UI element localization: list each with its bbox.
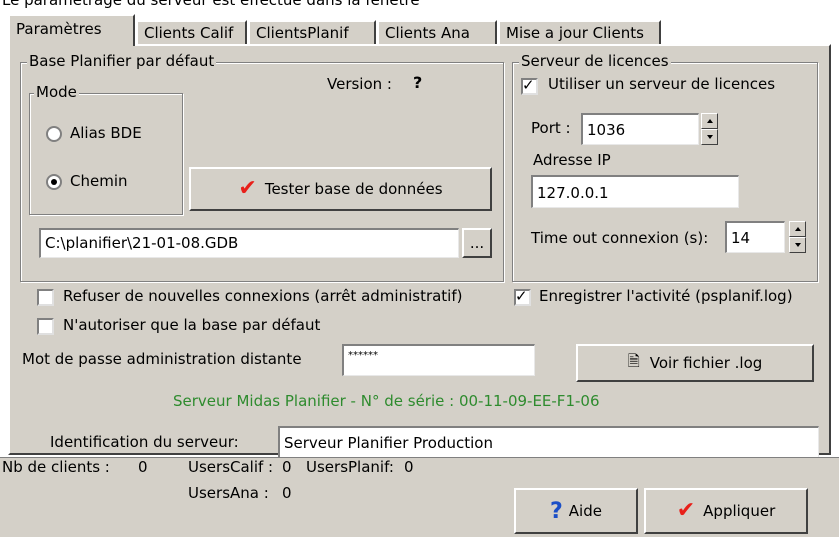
help-icon: ? <box>550 498 563 524</box>
mode-title: Mode <box>34 83 79 101</box>
log-activity-label: Enregistrer l'activité (psplanif.log) <box>539 287 793 305</box>
users-planif-label: UsersPlanif: <box>306 458 394 476</box>
help-button[interactable]: ? Aide <box>514 488 638 534</box>
timeout-spin-up[interactable] <box>789 221 806 237</box>
chemin-label: Chemin <box>70 172 128 190</box>
serial-number-text: Serveur Midas Planifier - N° de série : … <box>173 392 600 410</box>
timeout-spinner[interactable] <box>789 221 806 253</box>
default-base-only-checkbox[interactable] <box>37 318 54 335</box>
arrow-down-icon <box>707 135 713 139</box>
users-planif-value: 0 <box>404 458 414 476</box>
base-planifier-group: Base Planifier par défaut Version : ? Mo… <box>20 52 504 282</box>
use-license-server-label: Utiliser un serveur de licences <box>548 75 776 93</box>
timeout-spin-down[interactable] <box>789 237 806 253</box>
license-server-group: Serveur de licences ✓ Utiliser un serveu… <box>512 52 818 282</box>
ip-address-field[interactable]: 127.0.0.1 <box>531 175 739 208</box>
checkmark-icon: ✓ <box>515 287 528 305</box>
port-spin-up[interactable] <box>701 113 718 129</box>
database-path-field[interactable]: C:\planifier\21-01-08.GDB <box>39 228 459 258</box>
port-spin-down[interactable] <box>701 129 718 145</box>
server-id-field[interactable]: Serveur Planifier Production <box>278 426 819 458</box>
radio-selected-dot <box>51 179 57 185</box>
checkmark-icon: ✓ <box>522 76 535 94</box>
log-activity-checkbox[interactable]: ✓ <box>514 287 531 306</box>
mode-group: Mode Alias BDE Chemin <box>29 83 183 215</box>
parametres-panel: Base Planifier par défaut Version : ? Mo… <box>8 44 831 458</box>
check-icon: ✔ <box>238 176 257 201</box>
timeout-field[interactable]: 14 <box>725 221 785 253</box>
users-calif-label: UsersCalif : <box>188 458 274 476</box>
check-icon: ✔ <box>676 498 696 523</box>
users-ana-value: 0 <box>282 484 292 502</box>
alias-bde-label: Alias BDE <box>70 124 142 142</box>
clients-count-value: 0 <box>138 458 148 476</box>
version-label: Version : <box>327 75 392 93</box>
version-value: ? <box>413 73 423 92</box>
port-label: Port : <box>531 119 571 137</box>
users-calif-value: 0 <box>282 458 292 476</box>
refuse-connections-checkbox[interactable] <box>37 289 54 306</box>
ip-address-label: Adresse IP <box>533 151 611 169</box>
chemin-radio[interactable] <box>46 174 62 190</box>
port-field[interactable]: 1036 <box>581 113 699 145</box>
arrow-up-icon <box>795 227 801 231</box>
apply-label: Appliquer <box>703 502 776 520</box>
browse-button[interactable]: ... <box>462 228 492 258</box>
server-id-label: Identification du serveur: <box>50 433 239 451</box>
arrow-up-icon <box>707 119 713 123</box>
use-license-server-checkbox[interactable]: ✓ <box>521 76 538 95</box>
view-log-label: Voir fichier .log <box>649 354 763 372</box>
users-ana-label: UsersAna : <box>188 484 269 502</box>
tab-clients-ana[interactable]: Clients Ana <box>377 20 497 46</box>
refuse-connections-label: Refuser de nouvelles connexions (arrêt a… <box>63 287 463 305</box>
admin-password-label: Mot de passe administration distante <box>22 350 302 368</box>
arrow-down-icon <box>795 243 801 247</box>
port-spinner[interactable] <box>701 113 718 145</box>
tab-mise-a-jour-clients[interactable]: Mise a jour Clients <box>498 20 661 46</box>
background-text-fragment: Le paramétrage du serveur est effectué d… <box>2 0 420 9</box>
clients-count-label: Nb de clients : <box>2 458 110 476</box>
test-database-label: Tester base de données <box>264 180 443 198</box>
status-bar: Nb de clients : 0 UsersCalif : 0 UsersPl… <box>0 457 839 537</box>
default-base-only-label: N'autoriser que la base par défaut <box>63 316 321 334</box>
help-label: Aide <box>568 502 602 520</box>
tab-clients-planif[interactable]: ClientsPlanif <box>248 20 376 46</box>
view-log-button[interactable]: 🗎 Voir fichier .log <box>576 344 814 382</box>
apply-button[interactable]: ✔ Appliquer <box>644 488 808 534</box>
admin-password-field[interactable]: ****** <box>342 344 535 376</box>
alias-bde-radio[interactable] <box>46 126 62 142</box>
document-icon: 🗎 <box>627 351 640 370</box>
timeout-label: Time out connexion (s): <box>531 229 709 247</box>
base-planifier-title: Base Planifier par défaut <box>27 52 217 70</box>
tab-clients-calif[interactable]: Clients Calif <box>136 20 247 46</box>
test-database-button[interactable]: ✔ Tester base de données <box>189 167 492 211</box>
tab-parametres[interactable]: Paramètres <box>8 14 135 46</box>
license-server-title: Serveur de licences <box>519 52 671 70</box>
